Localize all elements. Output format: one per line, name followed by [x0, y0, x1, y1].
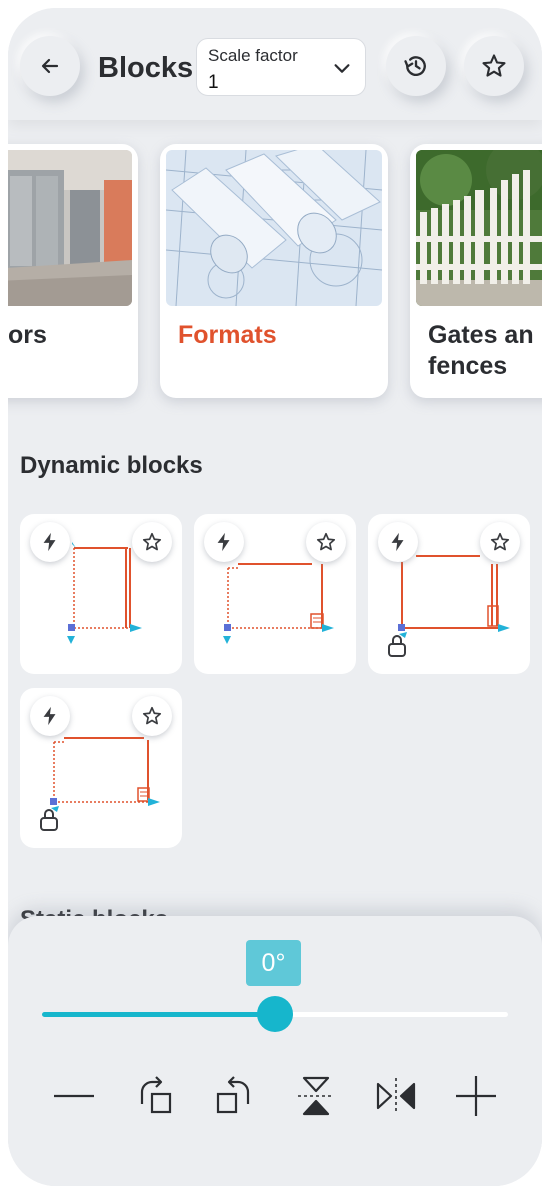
history-button[interactable] [386, 36, 446, 96]
star-icon [316, 532, 336, 551]
star-icon [482, 54, 506, 77]
scale-factor-value: 1 [208, 72, 219, 93]
app-screen: ors Formats Gates an fences Dynamic bloc… [8, 8, 542, 1186]
favorite-button[interactable] [306, 522, 346, 562]
lightning-icon [391, 532, 404, 552]
dynamic-block-card[interactable] [194, 514, 356, 674]
top-bar: Blocks Scale factor 1 [8, 8, 542, 120]
lightning-icon [43, 532, 56, 552]
arrow-left-icon [41, 58, 59, 74]
rotate-clockwise-button[interactable] [132, 1072, 180, 1120]
rotation-slider-fill [42, 1012, 275, 1017]
section-title-dynamic: Dynamic blocks [20, 452, 203, 479]
dynamic-indicator-button[interactable] [30, 696, 70, 736]
dynamic-indicator-button[interactable] [30, 522, 70, 562]
category-label: ors [8, 321, 47, 349]
transform-panel: 0° [8, 916, 542, 1186]
flip-vertical-button[interactable] [292, 1072, 340, 1120]
angle-value-badge: 0° [246, 940, 301, 986]
star-icon [490, 532, 510, 551]
flip-horizontal-button[interactable] [372, 1072, 420, 1120]
zoom-in-button[interactable] [452, 1072, 500, 1120]
rotate-ccw-icon [216, 1076, 250, 1114]
dynamic-block-card[interactable] [20, 514, 182, 674]
dynamic-indicator-button[interactable] [204, 522, 244, 562]
category-card-formats[interactable]: Formats [160, 144, 388, 398]
plus-icon [456, 1076, 496, 1116]
star-icon [142, 706, 162, 725]
page-title: Blocks [98, 52, 194, 84]
category-label-line: Gates an [428, 321, 534, 349]
category-card-doors[interactable]: ors [8, 144, 138, 398]
rotate-cw-icon [140, 1076, 172, 1114]
star-icon [142, 532, 162, 551]
category-label-line: fences [428, 352, 508, 380]
favorite-button[interactable] [132, 522, 172, 562]
category-card-gates[interactable]: Gates an fences [410, 144, 542, 398]
rotation-slider-thumb[interactable] [257, 996, 293, 1032]
category-image-doors [8, 150, 132, 306]
lightning-icon [43, 706, 56, 726]
category-label: Gates an fences [428, 320, 534, 382]
dynamic-block-card[interactable] [20, 688, 182, 848]
chevron-down-icon [334, 64, 350, 73]
minus-icon [54, 1094, 94, 1098]
dynamic-indicator-button[interactable] [378, 522, 418, 562]
zoom-out-button[interactable] [50, 1072, 98, 1120]
favorite-button[interactable] [132, 696, 172, 736]
category-image-gates [416, 150, 542, 306]
favorites-button[interactable] [464, 36, 524, 96]
dynamic-block-card[interactable] [368, 514, 530, 674]
favorite-button[interactable] [480, 522, 520, 562]
flip-vertical-icon [298, 1076, 334, 1116]
rotate-counterclockwise-button[interactable] [210, 1072, 258, 1120]
category-image-formats [166, 150, 382, 306]
flip-horizontal-icon [376, 1078, 416, 1114]
back-button[interactable] [20, 36, 80, 96]
lightning-icon [217, 532, 230, 552]
scale-factor-label: Scale factor [208, 46, 298, 65]
scale-factor-select[interactable]: Scale factor 1 [196, 38, 366, 96]
category-carousel[interactable]: ors Formats Gates an fences [8, 120, 542, 420]
history-icon [404, 56, 426, 77]
category-label: Formats [178, 321, 277, 349]
